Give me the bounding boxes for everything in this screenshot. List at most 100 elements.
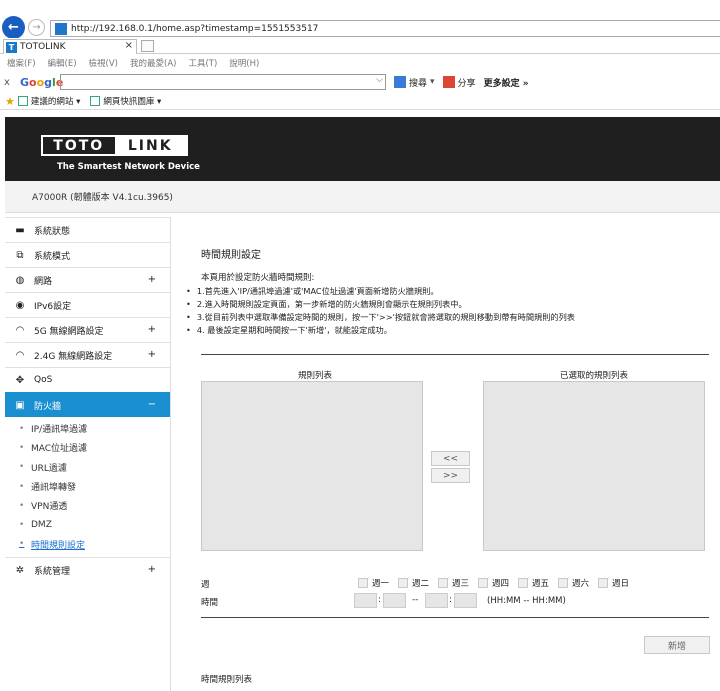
chevron-down-icon[interactable]: ⌵ — [376, 75, 383, 85]
day-mon-checkbox[interactable]: 週一 — [358, 577, 389, 589]
sidebar-subitem-ip-port-filter[interactable]: • IP/通訊埠過濾 — [5, 419, 170, 438]
wifi-icon: ◠ — [15, 349, 25, 361]
day-label: 週五 — [532, 579, 550, 589]
menu-favorites[interactable]: 我的最愛(A) — [130, 57, 176, 69]
forward-button[interactable]: → — [28, 19, 45, 36]
sidebar: ▬ 系統狀態 ⧉ 系統模式 ◍ 網路 + ◉ IPv6設定 ◠ 5G 無線網路設… — [5, 217, 171, 691]
subitem-label: VPN通透 — [31, 502, 68, 513]
menu-bar: 檔案(F) 編輯(E) 檢視(V) 我的最愛(A) 工具(T) 說明(H) — [0, 55, 720, 71]
instruction-step: 1.首先進入'IP/通訊埠過濾'或'MAC位址過濾'頁面新增防火牆規則。 — [186, 285, 575, 298]
end-minute-input[interactable] — [454, 593, 477, 608]
menu-tools[interactable]: 工具(T) — [188, 57, 217, 69]
tab-favicon-icon: T — [6, 41, 17, 53]
checkbox[interactable] — [478, 578, 488, 588]
sidebar-item-label: 網路 — [34, 276, 53, 287]
day-fri-checkbox[interactable]: 週五 — [518, 577, 549, 589]
favorite-web-slice-gallery[interactable]: 網頁快訊圖庫 ▾ — [90, 95, 161, 107]
back-button[interactable]: ← — [2, 16, 25, 39]
sidebar-item-system-management[interactable]: ✲ 系統管理 + — [5, 557, 170, 582]
sidebar-item-system-status[interactable]: ▬ 系統狀態 — [5, 217, 170, 242]
sidebar-item-ipv6[interactable]: ◉ IPv6設定 — [5, 292, 170, 317]
favorite-label: 網頁快訊圖庫 ▾ — [103, 97, 162, 107]
menu-help[interactable]: 說明(H) — [229, 57, 259, 69]
day-sun-checkbox[interactable]: 週日 — [598, 577, 629, 589]
google-search-button[interactable]: 搜尋 ▾ — [394, 76, 435, 89]
subitem-label: MAC位址過濾 — [31, 444, 88, 455]
sidebar-item-qos[interactable]: ✥ QoS — [5, 367, 170, 392]
google-share-button[interactable]: 分享 — [442, 76, 476, 89]
menu-view[interactable]: 檢視(V) — [89, 57, 118, 69]
router-header: TOTO LINK The Smartest Network Device — [5, 117, 720, 181]
day-tue-checkbox[interactable]: 週二 — [398, 577, 429, 589]
sidebar-subitem-port-forwarding[interactable]: • 通訊埠轉發 — [5, 477, 170, 496]
sidebar-item-system-mode[interactable]: ⧉ 系統模式 — [5, 242, 170, 267]
time-colon: : — [378, 595, 381, 605]
sidebar-item-wireless-24g[interactable]: ◠ 2.4G 無線網路設定 + — [5, 342, 170, 367]
arrow-right-icon: → — [32, 22, 41, 33]
move-left-button[interactable]: << — [431, 451, 470, 466]
bullet-icon: • — [19, 423, 25, 434]
move-right-button[interactable]: >> — [431, 468, 470, 483]
address-bar-row: ← → http://192.168.0.1/home.asp?timestam… — [0, 0, 720, 39]
sidebar-item-firewall[interactable]: ▣ 防火牆 − — [5, 392, 170, 417]
sidebar-item-label: 系統管理 — [34, 566, 71, 577]
sidebar-subitem-url-filter[interactable]: • URL過濾 — [5, 458, 170, 477]
checkbox[interactable] — [438, 578, 448, 588]
site-favicon-icon — [55, 22, 67, 35]
sidebar-subitem-time-rule[interactable]: • 時間規則設定 — [5, 535, 170, 554]
checkbox[interactable] — [598, 578, 608, 588]
time-colon: : — [449, 595, 452, 605]
day-label: 週二 — [412, 579, 430, 589]
page-icon — [90, 96, 101, 106]
chat-icon: ▬ — [15, 224, 25, 236]
start-minute-input[interactable] — [383, 593, 406, 608]
menu-file[interactable]: 檔案(F) — [7, 57, 36, 69]
logo-tagline: The Smartest Network Device — [57, 162, 200, 172]
model-bar: A7000R (韌體版本 V4.1cu.3965) — [5, 181, 720, 213]
google-search-input[interactable]: ⌵ — [60, 74, 386, 90]
tab-title: TOTOLINK — [20, 42, 66, 52]
rule-list-box[interactable] — [201, 381, 423, 551]
bullet-icon: • — [19, 442, 25, 453]
rule-list-title: 規則列表 — [298, 371, 333, 381]
collapse-icon[interactable]: − — [148, 399, 156, 410]
close-icon[interactable]: × — [125, 40, 133, 51]
checkbox[interactable] — [518, 578, 528, 588]
lock-icon: ▣ — [15, 399, 25, 411]
checkbox[interactable] — [558, 578, 568, 588]
sidebar-subitem-dmz[interactable]: • DMZ — [5, 515, 170, 534]
google-logo: Google — [20, 75, 64, 89]
totolink-logo: TOTO LINK — [41, 135, 188, 156]
day-sat-checkbox[interactable]: 週六 — [558, 577, 589, 589]
sidebar-item-label: 系統狀態 — [34, 226, 71, 237]
globe-icon: ◍ — [15, 274, 25, 286]
add-button[interactable]: 新增 — [644, 636, 710, 654]
day-thu-checkbox[interactable]: 週四 — [478, 577, 509, 589]
toolbar-close-icon[interactable]: x — [4, 77, 18, 88]
sidebar-item-network[interactable]: ◍ 網路 + — [5, 267, 170, 292]
url-input[interactable]: http://192.168.0.1/home.asp?timestamp=15… — [50, 20, 720, 37]
selected-rule-list-box[interactable] — [483, 381, 705, 551]
end-hour-input[interactable] — [425, 593, 448, 608]
sidebar-item-wireless-5g[interactable]: ◠ 5G 無線網路設定 + — [5, 317, 170, 342]
share-label: 分享 — [457, 78, 476, 89]
new-tab-button[interactable] — [141, 40, 154, 52]
expand-icon[interactable]: + — [148, 274, 156, 285]
start-hour-input[interactable] — [354, 593, 377, 608]
checkbox[interactable] — [358, 578, 368, 588]
expand-icon[interactable]: + — [148, 349, 156, 360]
checkbox[interactable] — [398, 578, 408, 588]
arrow-left-icon: ← — [8, 20, 19, 35]
expand-icon[interactable]: + — [148, 324, 156, 335]
page-top-gap — [0, 110, 720, 117]
menu-edit[interactable]: 編輯(E) — [48, 57, 77, 69]
qos-icon: ✥ — [15, 374, 25, 386]
sidebar-subitem-mac-filter[interactable]: • MAC位址過濾 — [5, 438, 170, 457]
tab-totolink[interactable]: T TOTOLINK × — [3, 39, 137, 54]
favorites-star-icon[interactable]: ★ — [5, 95, 15, 108]
google-more-settings[interactable]: 更多設定 » — [484, 76, 529, 89]
day-wed-checkbox[interactable]: 週三 — [438, 577, 469, 589]
favorite-suggested-sites[interactable]: 建議的網站 ▾ — [17, 95, 80, 107]
expand-icon[interactable]: + — [148, 564, 156, 575]
sidebar-subitem-vpn-passthrough[interactable]: • VPN通透 — [5, 496, 170, 515]
